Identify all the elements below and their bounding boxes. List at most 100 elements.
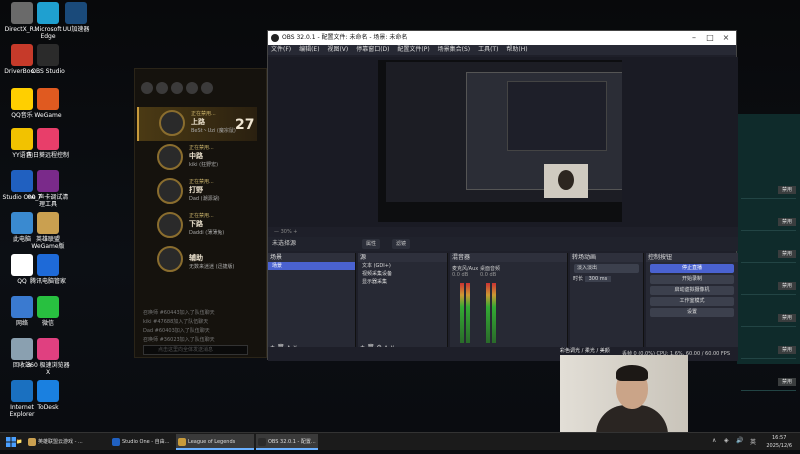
menu-tools[interactable]: 工具(T) [478, 46, 498, 53]
obs-logo-icon [271, 34, 279, 42]
disable-button[interactable]: 禁用 [778, 186, 796, 194]
minimize-icon[interactable]: – [686, 31, 702, 45]
taskbar: 📁 英雄联盟云游戏 - ... Studio One - 自由... League … [0, 432, 800, 450]
champion-avatar [157, 144, 183, 170]
champ-select-row[interactable]: 正在禁用... 中路 kiki (狂野宏) [137, 141, 257, 175]
duration-input[interactable]: 300 ms [584, 276, 612, 282]
menu-view[interactable]: 视图(V) [327, 46, 348, 53]
desktop-icon[interactable]: WeGame [26, 88, 70, 119]
start-virtual-camera-button[interactable]: 启动虚拟摄像机 [650, 286, 734, 295]
menu-file[interactable]: 文件(F) [271, 46, 291, 53]
friend-icon[interactable] [201, 82, 213, 94]
disable-button[interactable]: 禁用 [778, 218, 796, 226]
background-app-window[interactable]: 禁用 禁用 禁用 禁用 禁用 禁用 禁用 [737, 114, 800, 391]
app-icon [37, 128, 59, 150]
desktop-icon[interactable]: 微信 [26, 296, 70, 327]
champion-avatar [159, 110, 185, 136]
desktop-icon[interactable]: OBS Studio [26, 44, 70, 75]
friend-icon[interactable] [171, 82, 183, 94]
desktop-icon-label: 英雄联盟WeGame版 [31, 236, 65, 250]
friend-icon[interactable] [156, 82, 168, 94]
volume-icon[interactable]: 🔊 [736, 437, 743, 444]
desktop-icon[interactable]: 00_声卡调试清理工具 [26, 170, 70, 208]
menu-help[interactable]: 帮助(H) [506, 46, 527, 53]
app-icon [65, 2, 87, 24]
start-recording-button[interactable]: 开始录制 [650, 275, 734, 284]
desktop-icon[interactable]: 向日葵远程控制 [26, 128, 70, 159]
disable-button[interactable]: 禁用 [778, 346, 796, 354]
desktop-icon[interactable]: 腾讯电脑管家 [26, 254, 70, 285]
friend-icon[interactable] [141, 82, 153, 94]
player-role: 上路 [191, 118, 205, 126]
mixer-channel-1-db: 0.0 dB [452, 272, 469, 278]
menu-scene-collection[interactable]: 场景集合(S) [438, 46, 471, 53]
obs-window[interactable]: OBS 32.0.1 - 配置文件: 未命名 - 场景: 未命名 – □ × 文… [267, 30, 738, 361]
desktop-icon[interactable]: ToDesk [26, 380, 70, 411]
maximize-icon[interactable]: □ [702, 31, 718, 45]
team-chat-log: 召唤师 #60443加入了队伍聊天 kiki #47688加入了队伍聊天 Dad… [143, 309, 215, 345]
disable-button[interactable]: 禁用 [778, 282, 796, 290]
champ-select-row[interactable]: 正在禁用... 下路 Daddi (薄薄兔) [137, 209, 257, 243]
source-item[interactable]: 文本 (GDI+) [358, 262, 447, 270]
desktop-icon[interactable]: 360 极速浏览器X [26, 338, 70, 376]
zoom-level[interactable]: 30% [281, 229, 292, 235]
disable-button[interactable]: 禁用 [778, 314, 796, 322]
league-client-window[interactable]: 正在禁用... 上路 BeSt丶Uzi (魔宗鼠) 正在禁用... 中路 kiki (狂野… [134, 68, 267, 358]
settings-button[interactable]: 设置 [650, 308, 734, 317]
chat-line: 召唤师 #60443加入了队伍聊天 [143, 310, 215, 316]
disable-button[interactable]: 禁用 [778, 250, 796, 258]
taskbar-app-label: League of Legends [188, 439, 236, 445]
properties-button[interactable]: 属性 [362, 239, 381, 249]
player-name: kiki (狂野宏) [189, 162, 219, 168]
menu-docks[interactable]: 停靠窗口(D) [356, 46, 389, 53]
chat-line: 召唤师 #36023加入了队伍聊天 [143, 337, 215, 343]
menu-profile[interactable]: 配置文件(P) [397, 46, 429, 53]
disable-button[interactable]: 禁用 [778, 378, 796, 386]
champ-select-timer: 27 [235, 117, 255, 133]
taskbar-app[interactable]: 英雄联盟云游戏 - ... [26, 434, 108, 450]
clock-date: 2025/12/6 [766, 443, 792, 449]
studio-mode-button[interactable]: 工作室模式 [650, 297, 734, 306]
sources-title: 源 [358, 253, 447, 262]
champ-select-row[interactable]: 辅助 无数来迷迷 (迅捷版) [137, 243, 257, 277]
champ-select-row[interactable]: 正在禁用... 打野 Dad (潮源湖) [137, 175, 257, 209]
list-divider [741, 198, 796, 199]
player-role: 打野 [189, 186, 203, 194]
transition-select[interactable]: 淡入淡出 [574, 264, 639, 273]
desktop-icon-label: 向日葵远程控制 [26, 152, 69, 159]
volume-meter [460, 283, 464, 343]
menu-edit[interactable]: 编辑(E) [299, 46, 319, 53]
tray-chevron-icon[interactable]: ∧ [712, 437, 716, 444]
volume-meter [466, 283, 470, 343]
transitions-dock: 转场动画 淡入淡出 时长 300 ms [570, 253, 644, 353]
ime-indicator[interactable]: 英 [750, 437, 756, 446]
taskbar-app[interactable]: OBS 32.0.1 - 配置... [256, 434, 318, 450]
friend-icon[interactable] [186, 82, 198, 94]
lol-top-icons [141, 79, 216, 98]
preview-canvas[interactable] [378, 60, 622, 222]
desktop-icon[interactable]: UU加速器 [54, 2, 98, 33]
filters-button[interactable]: 滤镜 [392, 239, 411, 249]
chat-input[interactable]: 点击这里向全体发送消息 [143, 345, 248, 355]
app-icon [37, 338, 59, 360]
taskbar-clock[interactable]: 16:57 2025/12/6 [766, 434, 792, 450]
taskbar-app[interactable]: League of Legends [176, 434, 254, 450]
pick-status: 正在禁用... [189, 145, 214, 151]
stop-streaming-button[interactable]: 停止直播 [650, 264, 734, 273]
security-icon[interactable]: ◈ [724, 437, 729, 444]
app-icon [37, 380, 59, 402]
list-divider [741, 230, 796, 231]
scene-item[interactable]: 场景 [268, 262, 355, 270]
player-name: BeSt丶Uzi (魔宗鼠) [191, 128, 236, 134]
champion-avatar [157, 212, 183, 238]
obs-preview[interactable] [268, 57, 738, 227]
app-icon [258, 438, 266, 446]
source-item[interactable]: 视频采集设备 [358, 270, 447, 278]
taskbar-app[interactable]: Studio One - 自由... [110, 434, 172, 450]
obs-title-bar[interactable]: OBS 32.0.1 - 配置文件: 未命名 - 场景: 未命名 – □ × [268, 31, 736, 45]
close-icon[interactable]: × [718, 31, 734, 45]
source-item[interactable]: 显示器采集 [358, 278, 447, 286]
mixer-title: 混音器 [450, 253, 567, 262]
file-explorer-icon[interactable]: 📁 [14, 434, 22, 450]
desktop-icon[interactable]: 英雄联盟WeGame版 [26, 212, 70, 250]
